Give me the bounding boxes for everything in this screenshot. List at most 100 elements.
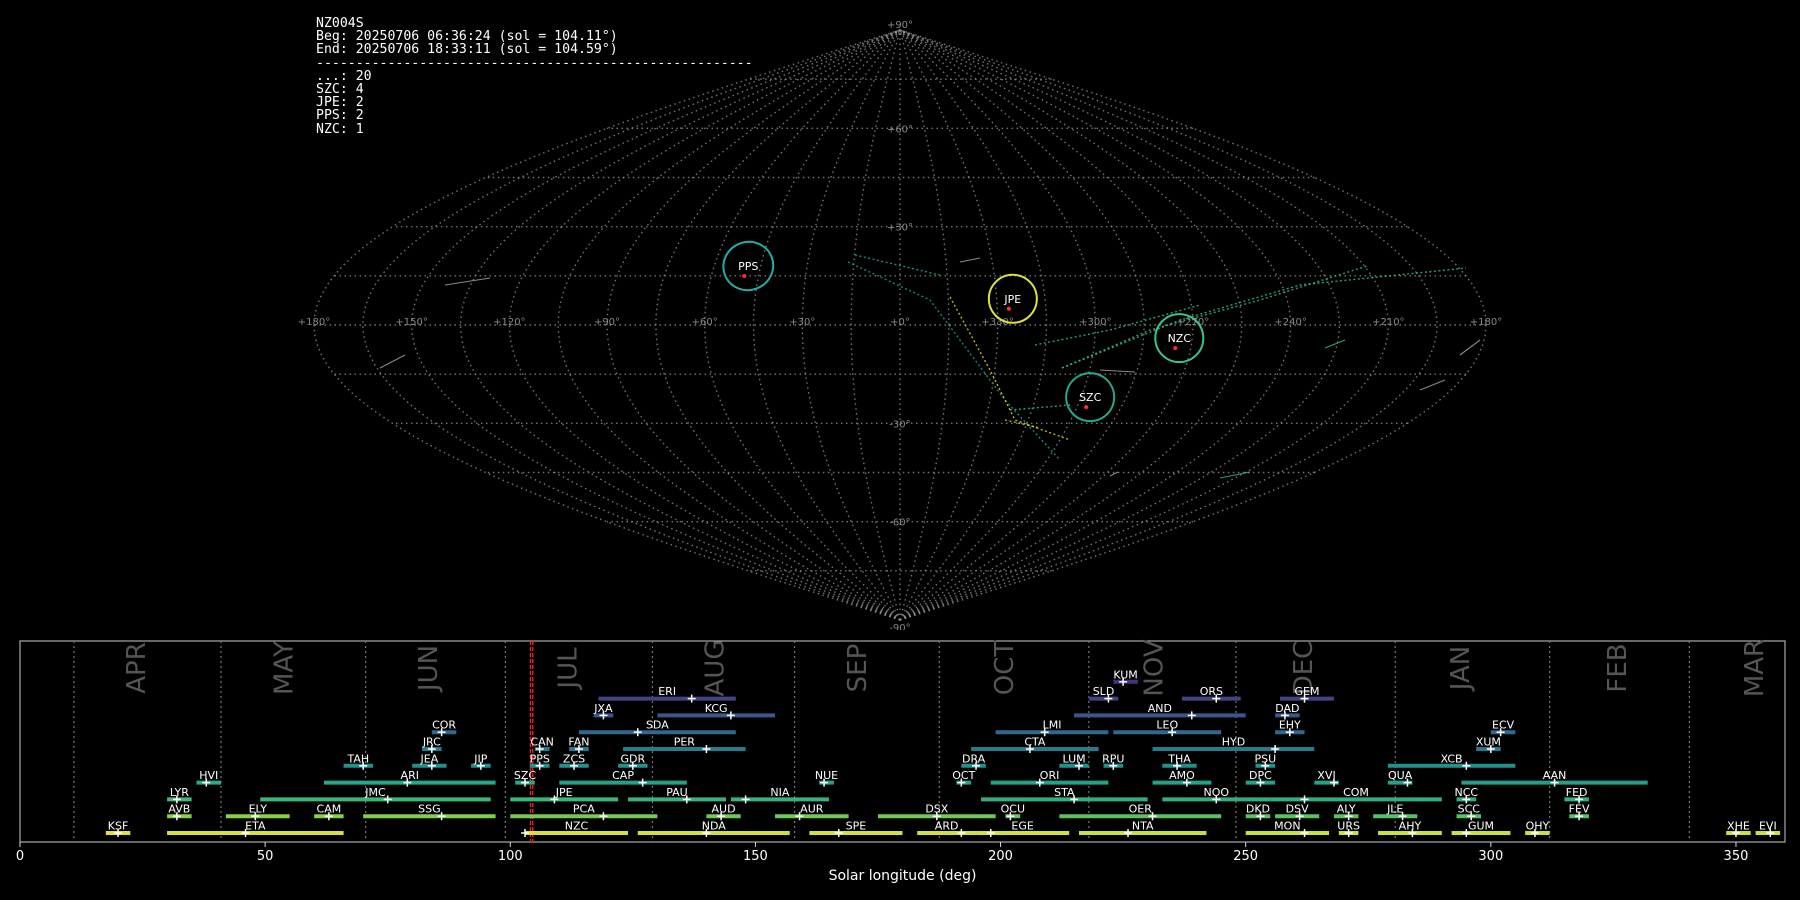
shower-label: LMI — [1043, 719, 1062, 732]
month-label: SEP — [843, 644, 873, 693]
shower-label: COM — [1343, 786, 1369, 799]
shower-label: XVI — [1317, 769, 1335, 782]
x-tick-label: 250 — [1233, 849, 1258, 864]
shower-label: JXA — [593, 702, 613, 715]
shower-label: GDR — [621, 752, 646, 765]
month-label: JUL — [554, 647, 584, 691]
month-label: MAR — [1740, 639, 1770, 697]
shower-label: TAH — [346, 752, 369, 765]
shower-label: ZCS — [563, 752, 585, 765]
shower-label: ORS — [1200, 685, 1223, 698]
shower-label: FED — [1566, 786, 1588, 799]
shower-label: ECV — [1492, 719, 1515, 732]
shower-label: FEV — [1569, 803, 1590, 816]
shower-label: HVI — [199, 769, 218, 782]
shower-label: AAN — [1543, 769, 1567, 782]
shower-label: ARD — [935, 820, 959, 833]
shower-label: COR — [432, 719, 456, 732]
shower-label: AUD — [712, 803, 736, 816]
month-label: JAN — [1446, 646, 1476, 692]
shower-label: DKD — [1246, 803, 1270, 816]
month-label: OCT — [990, 641, 1020, 696]
shower-label: ALY — [1337, 803, 1356, 816]
shower-label: DSV — [1286, 803, 1309, 816]
shower-label: EVI — [1759, 820, 1777, 833]
shower-label: HYD — [1222, 736, 1245, 749]
shower-label: LUM — [1063, 752, 1086, 765]
shower-label: EHY — [1279, 719, 1301, 732]
shower-label: NDA — [702, 820, 727, 833]
shower-label: NTA — [1132, 820, 1154, 833]
x-tick-label: 200 — [988, 849, 1013, 864]
shower-label: AVB — [168, 803, 190, 816]
shower-label: LEO — [1156, 719, 1178, 732]
shower-label: GUM — [1468, 820, 1494, 833]
shower-label: OER — [1129, 803, 1153, 816]
x-tick-label: 300 — [1478, 849, 1503, 864]
shower-label: CTA — [1024, 736, 1046, 749]
shower-label: JEA — [420, 752, 439, 765]
shower-label: JPE — [555, 786, 573, 799]
shower-label: ETA — [245, 820, 266, 833]
shower-label: AUR — [800, 803, 824, 816]
shower-label: PSU — [1254, 752, 1276, 765]
shower-label: EGE — [1011, 820, 1033, 833]
shower-label: PAU — [666, 786, 688, 799]
shower-label: NCC — [1455, 786, 1479, 799]
x-tick-label: 100 — [498, 849, 523, 864]
shower-label: SCC — [1458, 803, 1481, 816]
x-tick-label: 350 — [1724, 849, 1749, 864]
shower-label: ERI — [658, 685, 676, 698]
shower-label: XHE — [1727, 820, 1750, 833]
month-label: FEB — [1603, 643, 1633, 692]
shower-label: PER — [674, 736, 696, 749]
shower-label: NUE — [815, 769, 838, 782]
shower-label: JMC — [364, 786, 386, 799]
shower-label: JIP — [473, 752, 487, 765]
shower-label: NOO — [1204, 786, 1230, 799]
shower-label: PCA — [573, 803, 595, 816]
shower-label: SPE — [846, 820, 867, 833]
shower-label: QUA — [1388, 769, 1413, 782]
shower-label: CAM — [317, 803, 342, 816]
shower-label: AHY — [1399, 820, 1422, 833]
month-label: APR — [122, 642, 152, 694]
shower-label: AND — [1148, 702, 1172, 715]
shower-label: SZC — [514, 769, 537, 782]
shower-label: JRC — [422, 736, 441, 749]
shower-label: STA — [1054, 786, 1075, 799]
shower-label: DAD — [1275, 702, 1299, 715]
shower-label: DPC — [1249, 769, 1272, 782]
shower-label: NIA — [770, 786, 789, 799]
shower-label: OCT — [952, 769, 975, 782]
shower-label: THA — [1167, 752, 1191, 765]
shower-label: LYR — [170, 786, 189, 799]
shower-label: JLE — [1386, 803, 1403, 816]
shower-label: AMO — [1169, 769, 1195, 782]
shower-label: ELY — [249, 803, 268, 816]
month-label: MAY — [269, 641, 299, 695]
shower-label: KSF — [108, 820, 129, 833]
shower-timeline-chart: APR MAY JUN JUL AUG SEP OCT NOV DEC JAN FEB MAR KSF… — [16, 639, 1786, 864]
shower-label: OCU — [1001, 803, 1025, 816]
shower-label: ORI — [1040, 769, 1060, 782]
shower-label: CAP — [612, 769, 634, 782]
x-tick-label: 50 — [257, 849, 274, 864]
shower-label: KUM — [1113, 668, 1137, 681]
month-label: NOV — [1139, 639, 1169, 696]
month-label: JUN — [414, 645, 444, 693]
shower-label: NZC — [565, 820, 589, 833]
shower-label: RPU — [1102, 752, 1124, 765]
shower-label: PPS — [530, 752, 550, 765]
shower-label: XCB — [1441, 752, 1463, 765]
shower-label: FAN — [568, 736, 589, 749]
shower-label: ARI — [401, 769, 419, 782]
shower-label: CAN — [530, 736, 553, 749]
shower-label: SSG — [418, 803, 441, 816]
shower-label: KCG — [705, 702, 728, 715]
month-label: AUG — [701, 640, 731, 697]
shower-label: MON — [1274, 820, 1300, 833]
shower-label: GEM — [1294, 685, 1319, 698]
x-tick-label: 150 — [743, 849, 768, 864]
shower-label: SLD — [1093, 685, 1115, 698]
